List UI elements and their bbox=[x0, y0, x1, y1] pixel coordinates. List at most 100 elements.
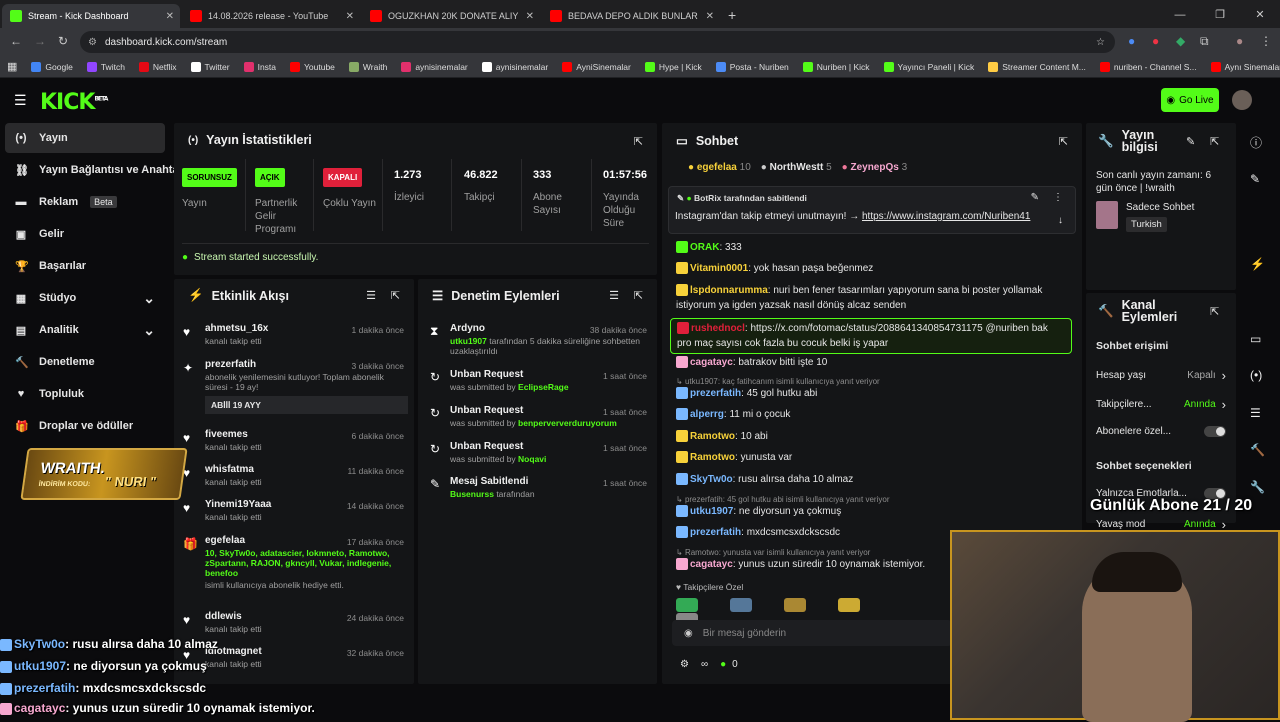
popout-icon[interactable]: ⇱ bbox=[1210, 135, 1219, 148]
broadcast-icon[interactable]: (•) bbox=[1250, 368, 1262, 382]
more-options-icon[interactable]: ⋮ bbox=[1053, 192, 1063, 203]
moderation-user[interactable]: Noqavi bbox=[518, 454, 546, 464]
minimize-button[interactable]: — bbox=[1160, 9, 1200, 21]
close-tab-icon[interactable]: ✕ bbox=[706, 11, 714, 22]
hammer-icon[interactable]: 🔨 bbox=[1250, 443, 1265, 457]
edit-icon[interactable]: ✎ bbox=[1186, 135, 1195, 148]
chat-username[interactable]: cagatayc bbox=[690, 559, 733, 570]
chat-username[interactable]: utku1907 bbox=[690, 506, 733, 517]
top-gifter-2[interactable]: ● NorthWestt 5 bbox=[761, 162, 832, 173]
sidebar-item-1[interactable]: ⛓ Yayın Bağlantısı ve Anahtarı bbox=[5, 155, 186, 185]
extensions-puzzle-icon[interactable]: ⧉ bbox=[1200, 34, 1209, 49]
moderation-item[interactable]: ⧗ Ardyno utku1907 tarafından 5 dakika süre… bbox=[426, 323, 651, 356]
chevron-down-icon[interactable]: ⌄ bbox=[143, 290, 155, 307]
unpin-icon[interactable]: ✎ bbox=[1031, 192, 1039, 203]
collapse-pin-icon[interactable]: ↓ bbox=[1058, 215, 1063, 226]
apps-icon[interactable]: ▦ bbox=[0, 60, 24, 73]
popout-icon[interactable]: ⇱ bbox=[634, 289, 643, 302]
chat-username[interactable]: rushednocl bbox=[691, 323, 745, 334]
bookmark-item[interactable]: Streamer Content M... bbox=[981, 61, 1093, 72]
bookmark-item[interactable]: Yayıncı Paneli | Kick bbox=[877, 61, 982, 72]
chat-message[interactable]: lspdonnarumma: nuri ben fener tasarımlar… bbox=[676, 283, 1071, 313]
bookmark-item[interactable]: Google bbox=[24, 61, 79, 72]
moderation-item[interactable]: ↻ Unban Request was submitted by Noqavi 1 s… bbox=[426, 441, 651, 464]
sidebar-item-8[interactable]: ♥ Topluluk bbox=[5, 379, 165, 409]
browser-tab-kick[interactable]: Stream - Kick Dashboard ✕ bbox=[2, 4, 180, 28]
channel-setting-row[interactable]: Hesap yaşı Kapalı › bbox=[1096, 368, 1226, 383]
close-window-button[interactable]: ✕ bbox=[1240, 8, 1280, 21]
wrench-icon[interactable]: 🔧 bbox=[1250, 480, 1265, 494]
bookmark-item[interactable]: Twitter bbox=[184, 61, 237, 72]
emoji-picker-icon[interactable]: ◉ bbox=[684, 628, 693, 639]
activity-item[interactable]: 🎁 egefelaa 10, SkyTw0o, adatascier, lokmne… bbox=[183, 535, 408, 590]
emote-icon[interactable] bbox=[730, 597, 752, 612]
channel-setting-row[interactable]: Abonelere özel... bbox=[1096, 426, 1226, 437]
popout-icon[interactable]: ⇱ bbox=[391, 289, 400, 302]
activity-item[interactable]: ♥ Yinemi19Yaaa kanalı takip etti 14 dakika … bbox=[183, 499, 408, 522]
chat-username[interactable]: prezerfatih bbox=[690, 388, 741, 399]
chat-message[interactable]: Ramotwo: 10 abi bbox=[676, 429, 1071, 444]
infinity-icon[interactable]: ∞ bbox=[701, 659, 708, 670]
bookmark-item[interactable]: Youtube bbox=[283, 61, 342, 72]
moderation-user[interactable]: benperververduruyorum bbox=[518, 418, 617, 428]
settings-icon[interactable]: ⚙ bbox=[680, 659, 689, 670]
sidebar-item-6[interactable]: ▤ Analitik ⌄ bbox=[5, 315, 165, 345]
browser-menu-icon[interactable]: ⋮ bbox=[1260, 34, 1272, 48]
lightning-icon[interactable]: ⚡ bbox=[1250, 257, 1265, 271]
site-info-icon[interactable]: ⚙ bbox=[88, 37, 97, 48]
activity-item[interactable]: ♥ whisfatma kanalı takip etti 11 dakika önc… bbox=[183, 464, 408, 487]
bookmark-item[interactable]: Netflix bbox=[132, 61, 184, 72]
bookmark-star-icon[interactable]: ☆ bbox=[1096, 37, 1105, 48]
moderation-item[interactable]: ↻ Unban Request was submitted by EclipseRa… bbox=[426, 369, 651, 392]
user-avatar[interactable] bbox=[1232, 90, 1252, 110]
bookmark-item[interactable]: Posta - Nuriben bbox=[709, 61, 796, 72]
activity-item[interactable]: ♥ fiveemes kanalı takip etti 6 dakika önce bbox=[183, 429, 408, 452]
sidebar-item-9[interactable]: 🎁 Droplar ve ödüller bbox=[5, 411, 165, 441]
info-icon[interactable]: ⓘ bbox=[1250, 134, 1262, 151]
hamburger-menu-icon[interactable]: ☰ bbox=[14, 92, 27, 109]
chat-username[interactable]: prezerfatih bbox=[690, 527, 741, 538]
activity-item[interactable]: ✦ prezerfatih abonelik yenilemesini kutluy… bbox=[183, 359, 408, 414]
sidebar-item-4[interactable]: 🏆 Başarılar bbox=[5, 251, 165, 281]
extension-icon[interactable]: ● bbox=[1128, 34, 1135, 48]
close-tab-icon[interactable]: ✕ bbox=[166, 11, 174, 22]
extension-icon[interactable]: ● bbox=[1152, 34, 1159, 48]
chat-username[interactable]: SkyTw0o bbox=[690, 474, 733, 485]
bookmark-item[interactable]: Nuriben | Kick bbox=[796, 61, 877, 72]
category-name[interactable]: Sadece Sohbet bbox=[1126, 202, 1194, 213]
sidebar-item-2[interactable]: ▬ Reklam Beta bbox=[5, 187, 165, 217]
emote-icon[interactable] bbox=[838, 597, 860, 612]
chat-message[interactable]: alperrg: 11 mi o çocuk bbox=[676, 407, 1071, 422]
filter-icon[interactable]: ☰ bbox=[609, 289, 619, 302]
chevron-down-icon[interactable]: ⌄ bbox=[143, 322, 155, 339]
activity-item[interactable]: ♥ ddlewis kanalı takip etti 24 dakika önce bbox=[183, 611, 408, 634]
chat-bubble-icon[interactable]: ▭ bbox=[1250, 332, 1261, 346]
reload-icon[interactable]: ↻ bbox=[58, 34, 68, 48]
bookmark-item[interactable]: Twitch bbox=[80, 61, 132, 72]
go-live-button[interactable]: ◉ Go Live bbox=[1161, 88, 1219, 112]
extension-icon[interactable]: ◆ bbox=[1176, 34, 1185, 48]
bookmark-item[interactable]: aynisinemalar bbox=[394, 61, 474, 72]
chat-message[interactable]: utku1907: ne diyorsun ya çokmuş bbox=[676, 504, 1071, 519]
browser-tab-youtube-2[interactable]: OGUZKHAN 20K DONATE ALIY ✕ bbox=[362, 4, 540, 28]
sidebar-item-5[interactable]: ▦ Stüdyo ⌄ bbox=[5, 283, 165, 313]
bookmark-item[interactable]: Insta bbox=[237, 61, 283, 72]
chat-input[interactable]: ◉ Bir mesaj gönderin bbox=[672, 620, 952, 646]
chat-username[interactable]: ORAK bbox=[690, 242, 719, 253]
forward-icon[interactable]: → bbox=[34, 34, 46, 48]
chat-message[interactable]: Ramotwo: yunusta var bbox=[676, 450, 1071, 465]
emote-icon[interactable] bbox=[784, 597, 806, 612]
sidebar-item-0[interactable]: (•) Yayın bbox=[5, 123, 165, 153]
channel-setting-row[interactable]: Takipçilere... Anında › bbox=[1096, 397, 1226, 412]
moderation-user[interactable]: utku1907 bbox=[450, 336, 487, 346]
category-thumbnail[interactable] bbox=[1096, 201, 1118, 229]
chat-username[interactable]: lspdonnarumma bbox=[690, 285, 768, 296]
bookmark-item[interactable]: Wraith bbox=[342, 61, 394, 72]
toggle-switch[interactable] bbox=[1204, 426, 1226, 437]
browser-tab-youtube-3[interactable]: BEDAVA DEPO ALDIK BUNLAR ✕ bbox=[542, 4, 720, 28]
moderation-item[interactable]: ↻ Unban Request was submitted by benperver… bbox=[426, 405, 651, 428]
bookmark-item[interactable]: AyniSinemalar bbox=[555, 61, 638, 72]
new-tab-button[interactable]: + bbox=[728, 7, 736, 23]
chat-message[interactable]: cagatayc: batrakov bitti işte 10 bbox=[676, 355, 1071, 370]
moderation-item[interactable]: ✎ Mesaj Sabitlendi Busenurss tarafından 1 s… bbox=[426, 476, 651, 499]
